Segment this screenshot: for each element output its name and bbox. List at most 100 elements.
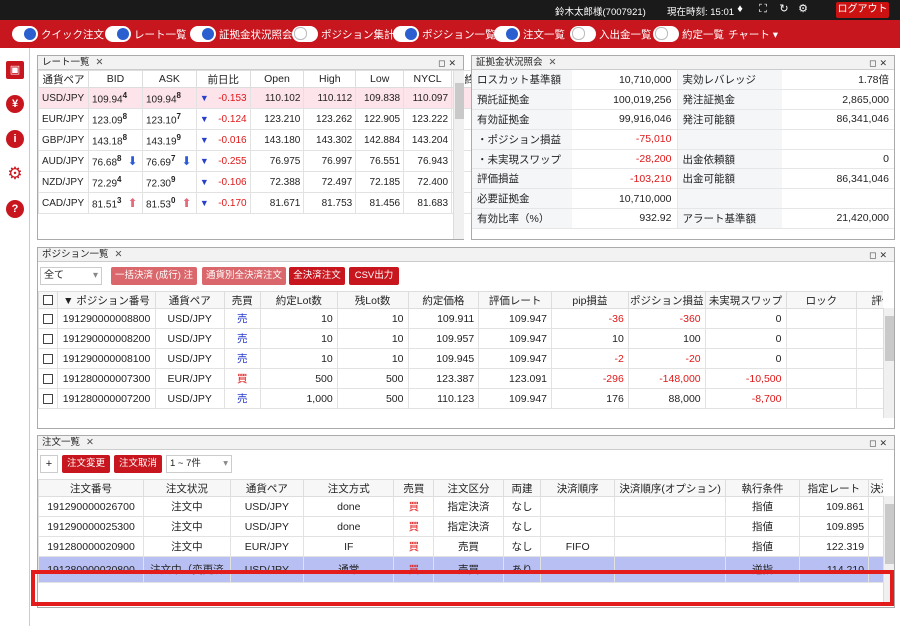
toggle-switch[interactable] bbox=[570, 26, 596, 42]
bid-pip: 8 bbox=[122, 132, 128, 142]
window-controls[interactable]: ◻✕ bbox=[869, 56, 890, 70]
window-controls[interactable]: ◻✕ bbox=[869, 436, 890, 450]
close-icon[interactable]: ✕ bbox=[549, 57, 557, 68]
yen-icon[interactable]: ¥ bbox=[6, 95, 24, 113]
toggle-switch[interactable] bbox=[190, 26, 216, 42]
position-scrollbar[interactable] bbox=[883, 308, 894, 418]
toggle-position-summary[interactable]: ポジション集計 bbox=[292, 25, 395, 43]
toggle-position-list[interactable]: ポジション一覧 bbox=[393, 25, 496, 43]
side-cell: 買 bbox=[223, 368, 261, 389]
order-row[interactable]: 191280000020900 注文中 EUR/JPY IF 買売買 なし FIFO 指値 12… bbox=[38, 536, 883, 557]
rate-row[interactable]: NZD/JPY 72.294 72.309 ▼ -0.106 72.388 72.497 72… bbox=[38, 171, 478, 193]
bid-main: 72.29 bbox=[91, 178, 118, 190]
toggle-switch[interactable] bbox=[393, 26, 419, 42]
toggle-switch[interactable] bbox=[105, 26, 131, 42]
close-icon[interactable]: ✕ bbox=[115, 249, 123, 260]
low-cell: 109.838 bbox=[355, 87, 405, 109]
position-filter-select[interactable]: 全て ▾ bbox=[40, 267, 102, 285]
ask-cell[interactable]: 81.530 ⬆ bbox=[141, 192, 197, 214]
ask-cell[interactable]: 72.309 bbox=[141, 171, 197, 193]
toggle-switch[interactable] bbox=[494, 26, 520, 42]
row-checkbox[interactable] bbox=[43, 353, 54, 364]
ask-cell[interactable]: 123.107 bbox=[141, 108, 197, 130]
close-icon[interactable]: ✕ bbox=[96, 57, 104, 68]
close-by-pair-button[interactable]: 通貨別全決済注文 bbox=[202, 267, 286, 285]
save-icon[interactable]: ▣ bbox=[6, 61, 24, 79]
order-row[interactable]: 191290000026700 注文中 USD/JPY done 買指定決済 なし 指値 10… bbox=[38, 496, 883, 517]
logout-button[interactable]: ログアウト bbox=[836, 2, 889, 18]
position-row[interactable]: 191280000007300 EUR/JPY 買 500 500 123.387 123.… bbox=[38, 368, 883, 389]
bulk-close-button[interactable]: 一括決済 (成行) 注文 bbox=[111, 267, 197, 299]
rate-row[interactable]: EUR/JPY 123.098 123.107 ▼ -0.124 123.210 123.2… bbox=[38, 108, 478, 130]
toggle-deposit-list[interactable]: 入出金一覧 bbox=[570, 25, 652, 43]
select-all-checkbox[interactable] bbox=[43, 295, 54, 306]
bid-cell[interactable]: 109.944 bbox=[87, 87, 143, 109]
order-opt-cell bbox=[613, 536, 727, 557]
arrow-down-icon: ⬇ bbox=[127, 154, 138, 169]
position-row[interactable]: 191290000008200 USD/JPY 売 10 10 109.957 109.94… bbox=[38, 328, 883, 349]
bid-cell[interactable]: 72.294 bbox=[87, 171, 143, 193]
bid-cell[interactable]: 143.188 bbox=[87, 129, 143, 151]
close-icon[interactable]: ✕ bbox=[86, 437, 94, 448]
toggle-switch[interactable] bbox=[292, 26, 318, 42]
pair-cell: USD/JPY bbox=[154, 348, 225, 369]
rate-row[interactable]: AUD/JPY 76.688 ⬇ 76.697 ⬇ ▼ -0.255 76.975 76.997… bbox=[38, 150, 478, 172]
bell-icon[interactable]: ♦ bbox=[733, 2, 747, 16]
toggle-switch[interactable] bbox=[12, 26, 38, 42]
toggle-margin-status[interactable]: 証拠金状況照会 bbox=[190, 25, 293, 43]
rate-scrollbar[interactable] bbox=[453, 71, 464, 239]
window-controls[interactable]: ◻✕ bbox=[869, 248, 890, 262]
change-cell: ▼ -0.106 bbox=[195, 171, 251, 193]
rate-row[interactable]: GBP/JPY 143.188 143.199 ▼ -0.016 143.180 143.3… bbox=[38, 129, 478, 151]
gear-settings-icon[interactable]: ⚙ bbox=[6, 165, 24, 183]
gear-icon[interactable]: ⚙ bbox=[796, 2, 810, 16]
page-range-select[interactable]: 1 ~ 7件 ▾ bbox=[166, 455, 232, 473]
margin-row: ・未実現スワップ -28,200 出金依頼額 0 bbox=[472, 149, 894, 170]
refresh-icon[interactable]: ↻ bbox=[777, 2, 791, 16]
rate-row[interactable]: USD/JPY 109.944 109.948 ▼ -0.153 110.102 110.1… bbox=[38, 87, 478, 109]
toggle-rate-list[interactable]: レート一覧 bbox=[105, 25, 187, 43]
high-cell: 123.262 bbox=[303, 108, 357, 130]
add-order-button[interactable]: + bbox=[40, 455, 58, 473]
ask-pip: 9 bbox=[170, 174, 176, 184]
row-checkbox[interactable] bbox=[43, 373, 54, 384]
row-checkbox[interactable] bbox=[43, 333, 54, 344]
cancel-order-button[interactable]: 注文取消 bbox=[114, 455, 162, 473]
toggle-execution-list[interactable]: 約定一覧 bbox=[653, 25, 724, 43]
order-status-cell: 注文中 bbox=[143, 516, 231, 537]
rem-cell: 500 bbox=[336, 388, 409, 409]
chart-menu[interactable]: チャート ▾ bbox=[728, 25, 778, 43]
bid-cell[interactable]: 123.098 bbox=[87, 108, 143, 130]
toggle-quick-order[interactable]: クイック注文 bbox=[12, 25, 104, 43]
row-checkbox[interactable] bbox=[43, 393, 54, 404]
csv-export-button[interactable]: CSV出力 bbox=[349, 267, 399, 285]
position-row[interactable]: 191280000007200 USD/JPY 売 1,000 500 110.123 10… bbox=[38, 388, 883, 409]
order-method-cell: done bbox=[303, 516, 395, 537]
info-icon[interactable]: i bbox=[6, 130, 24, 148]
open-cell: 123.210 bbox=[249, 108, 305, 130]
close-all-button[interactable]: 全決済注文 bbox=[289, 267, 345, 285]
bid-cell[interactable]: 76.688 ⬇ bbox=[87, 150, 143, 172]
help-icon[interactable]: ? bbox=[6, 200, 24, 218]
order-row[interactable]: 191290000025300 注文中 USD/JPY done 買指定決済 なし 指値 10… bbox=[38, 516, 883, 537]
ask-cell[interactable]: 109.948 bbox=[141, 87, 197, 109]
bid-cell[interactable]: 81.513 ⬆ bbox=[87, 192, 143, 214]
row-checkbox[interactable] bbox=[43, 313, 54, 324]
lock-cell bbox=[785, 388, 858, 409]
bid-pip: 4 bbox=[122, 90, 128, 100]
window-controls[interactable]: ◻✕ bbox=[438, 56, 459, 70]
ask-cell[interactable]: 76.697 ⬇ bbox=[141, 150, 197, 172]
order-panel-title: 注文一覧 ✕ ◻✕ bbox=[38, 436, 894, 450]
toggle-order-list[interactable]: 注文一覧 bbox=[494, 25, 565, 43]
price-cell: 110.123 bbox=[407, 388, 480, 409]
toggle-switch[interactable] bbox=[653, 26, 679, 42]
position-row[interactable]: 191290000008800 USD/JPY 売 10 10 109.911 109.94… bbox=[38, 308, 883, 329]
current-time: 現在時刻: 15:01 bbox=[667, 7, 735, 18]
position-row[interactable]: 191290000008100 USD/JPY 売 10 10 109.945 109.94… bbox=[38, 348, 883, 369]
rate-row[interactable]: CAD/JPY 81.513 ⬆ 81.530 ⬆ ▼ -0.170 81.671 81.753… bbox=[38, 192, 478, 214]
position-col-header: ロック bbox=[785, 291, 858, 309]
bid-main: 109.94 bbox=[91, 94, 123, 106]
ask-cell[interactable]: 143.199 bbox=[141, 129, 197, 151]
modify-order-button[interactable]: 注文変更 bbox=[62, 455, 110, 473]
fullscreen-icon[interactable]: ⛶ bbox=[756, 2, 770, 16]
